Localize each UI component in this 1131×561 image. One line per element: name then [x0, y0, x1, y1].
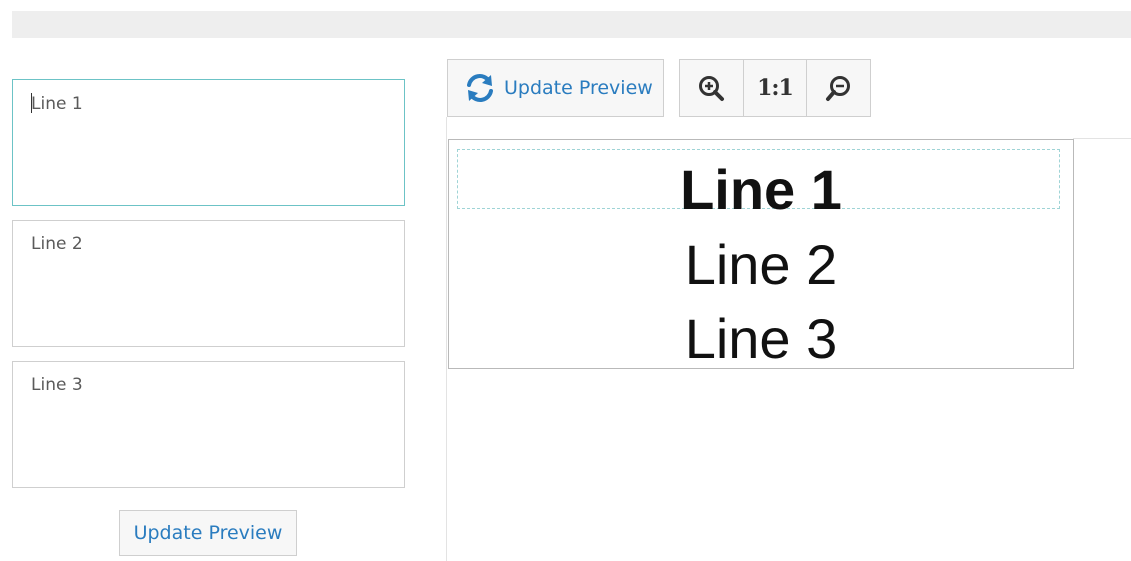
- update-preview-button[interactable]: Update Preview: [447, 59, 664, 117]
- line-1-input-value: Line 1: [31, 94, 83, 114]
- actual-size-label: 1:1: [757, 75, 794, 101]
- panel-divider: [446, 117, 447, 561]
- line-2-input-value: Line 2: [31, 234, 83, 254]
- line-3-input[interactable]: Line 3: [12, 361, 405, 488]
- top-bar: [12, 11, 1131, 38]
- line-2-input[interactable]: Line 2: [12, 220, 405, 347]
- preview-line-1[interactable]: Line 1: [449, 158, 1073, 222]
- zoom-out-button[interactable]: [807, 60, 870, 116]
- actual-size-button[interactable]: 1:1: [744, 60, 808, 116]
- zoom-in-icon: [699, 76, 725, 101]
- refresh-icon: [467, 74, 493, 102]
- update-preview-label: Update Preview: [133, 522, 283, 544]
- zoom-out-icon: [825, 76, 850, 101]
- zoom-in-button[interactable]: [680, 60, 744, 116]
- header-divider: [1073, 138, 1131, 139]
- label-preview: Line 1 Line 2 Line 3: [448, 139, 1074, 371]
- line-3-input-value: Line 3: [31, 375, 83, 395]
- update-preview-button-bottom[interactable]: Update Preview: [119, 510, 297, 556]
- preview-line-2[interactable]: Line 2: [449, 233, 1073, 297]
- zoom-controls: 1:1: [679, 59, 871, 117]
- line-1-input[interactable]: Line 1: [12, 79, 405, 206]
- update-preview-label: Update Preview: [504, 77, 653, 99]
- preview-line-3[interactable]: Line 3: [449, 307, 1073, 371]
